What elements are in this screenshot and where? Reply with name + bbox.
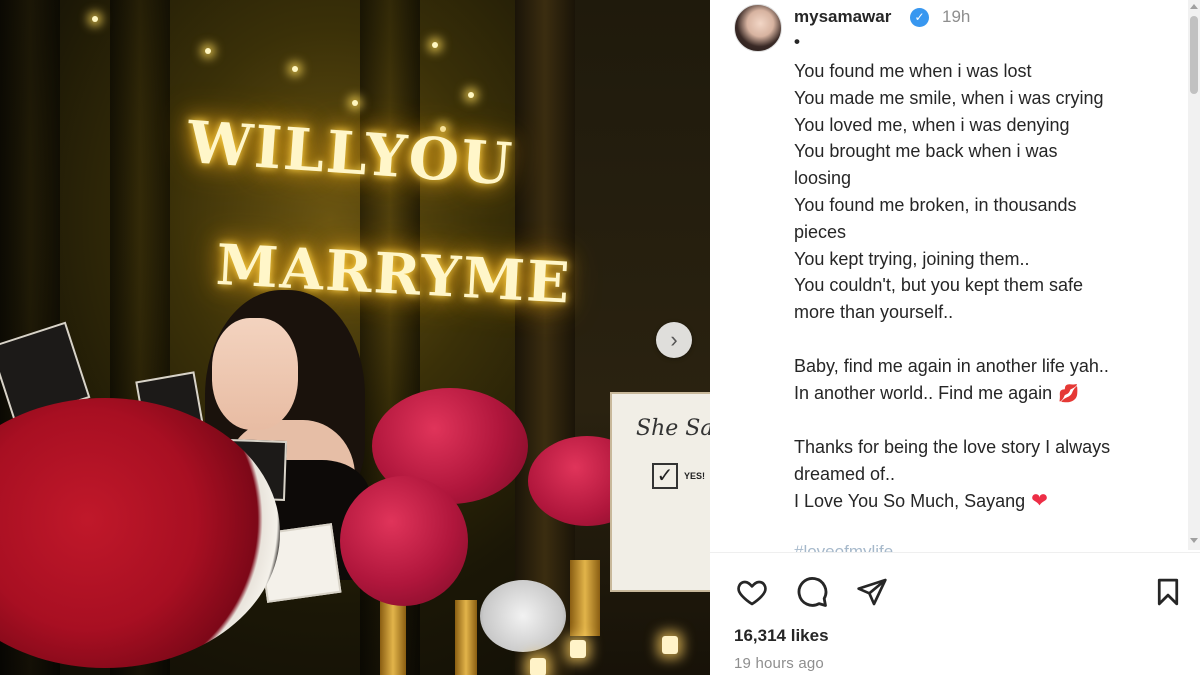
comment-icon [797,577,828,607]
post-caption: You found me when i was lost You made me… [794,58,1164,515]
caption-line: You made me smile, when i was crying [794,87,1104,108]
caption-line: You found me when i was lost [794,61,1032,81]
caption-line: You found me broken, in thousands [794,194,1077,215]
bookmark-icon [1157,578,1179,606]
username-link[interactable]: mysamawar [794,7,891,27]
gold-stand [570,560,600,636]
gold-stand [455,600,477,675]
checkbox-icon: ✓ [652,463,678,489]
post-time[interactable]: 19h [942,7,970,27]
caption-line: more than yourself.. [794,302,954,323]
fairy-light [468,92,474,98]
fairy-light [205,48,211,54]
caption-scrollbar[interactable] [1188,0,1200,550]
caption-dot: • [794,32,800,51]
scroll-up-arrow-icon[interactable] [1190,4,1198,9]
caption-line-text: I Love You So Much, Sayang [794,490,1026,511]
posted-time[interactable]: 19 hours ago [734,655,824,672]
scrollbar-thumb[interactable] [1190,16,1198,94]
scroll-down-arrow-icon[interactable] [1190,538,1198,543]
avatar[interactable] [734,4,782,52]
candle [662,636,678,654]
fairy-light [292,66,298,72]
caption-line-text: In another world.. Find me again [794,382,1053,403]
post-panel: mysamawar ✓ 19h • You found me when i wa… [710,0,1200,675]
heart-outline-icon [737,580,767,606]
fairy-light [352,100,358,106]
chevron-right-icon: › [670,327,678,352]
caption-line: You couldn't, but you kept them safe [794,275,1083,296]
hashtag-link[interactable]: #loveofmylife [794,542,893,552]
gold-stand [380,600,406,675]
easel-checkbox-row: ✓ YES! [652,463,710,489]
candle [530,658,546,675]
easel-yes-label: YES! [684,471,706,481]
comment-button[interactable] [794,574,830,610]
caption-line: In another world.. Find me again 💋 [794,380,1164,408]
caption-line: You loved me, when i was denying [794,114,1070,135]
caption-line: You kept trying, joining them.. [794,248,1030,269]
actions-divider [710,552,1200,553]
share-button[interactable] [854,574,890,610]
woman-face [212,318,298,430]
red-heart-icon: ❤ [1031,489,1048,512]
candle [570,640,586,658]
rose-arrangement [340,476,468,606]
likes-count[interactable]: 16,314 likes [734,626,829,646]
caption-line: pieces [794,221,847,242]
white-flowers [480,580,566,652]
easel-sign-text: She Said [636,416,710,441]
post-photo[interactable]: WILLYOU MARRYME She Said ✓ YES! › [0,0,710,675]
caption-line: dreamed of.. [794,463,896,484]
caption-line: I Love You So Much, Sayang ❤ [794,488,1164,515]
fairy-light [432,42,438,48]
wooden-pillar [515,0,575,675]
carousel-next-button[interactable]: › [656,322,692,358]
save-button[interactable] [1150,574,1186,610]
caption-line: Baby, find me again in another life yah.… [794,355,1109,376]
like-button[interactable] [734,574,770,610]
verified-badge-icon: ✓ [910,8,929,27]
caption-line: You brought me back when i was [794,141,1058,162]
caption-line: loosing [794,168,852,189]
kiss-lips-icon: 💋 [1058,383,1080,403]
send-icon [857,578,887,606]
easel-sign: She Said ✓ YES! [610,392,710,592]
fairy-light [92,16,98,22]
marquee-sign-line-1: WILLYOU [185,108,516,199]
caption-line: Thanks for being the love story I always [794,437,1111,458]
